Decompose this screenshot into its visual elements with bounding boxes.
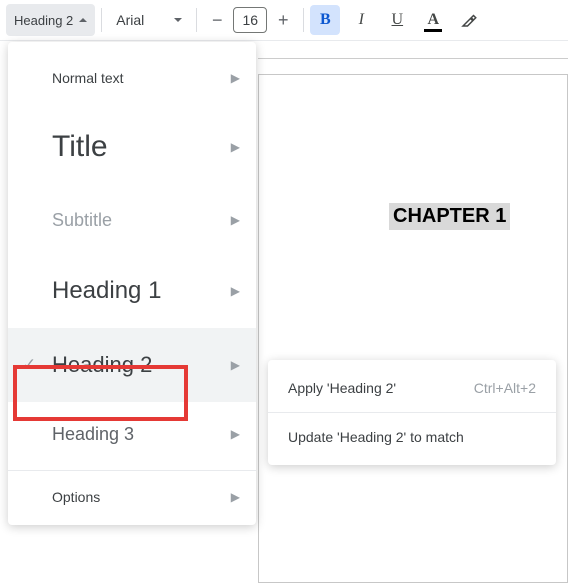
paragraph-style-label: Heading 2 bbox=[14, 13, 73, 28]
style-item-normal-text[interactable]: Normal text ▶ bbox=[8, 48, 256, 108]
document-page[interactable]: CHAPTER 1 bbox=[258, 74, 568, 583]
ruler bbox=[258, 58, 568, 59]
submenu-arrow-icon: ▶ bbox=[231, 427, 240, 441]
style-options-item[interactable]: Options ▶ bbox=[8, 475, 256, 519]
selected-heading-text[interactable]: CHAPTER 1 bbox=[389, 203, 510, 230]
paragraph-style-dropdown[interactable]: Heading 2 bbox=[6, 4, 95, 36]
style-item-title[interactable]: Title ▶ bbox=[8, 108, 256, 186]
update-label: Update 'Heading 2' to match bbox=[288, 429, 464, 445]
check-icon: ✓ bbox=[22, 355, 36, 375]
options-label: Options bbox=[52, 489, 100, 505]
style-item-label: Subtitle bbox=[52, 210, 112, 231]
font-family-dropdown[interactable]: Arial bbox=[108, 4, 190, 36]
paragraph-styles-menu: Normal text ▶ Title ▶ Subtitle ▶ Heading 1 ▶ ✓ He… bbox=[8, 42, 256, 525]
bold-button[interactable]: B bbox=[310, 5, 340, 35]
separator bbox=[196, 8, 197, 32]
apply-shortcut: Ctrl+Alt+2 bbox=[474, 380, 536, 396]
style-item-label: Title bbox=[52, 130, 108, 164]
submenu-arrow-icon: ▶ bbox=[231, 358, 240, 372]
caret-up-icon bbox=[79, 18, 87, 22]
style-item-heading-3[interactable]: Heading 3 ▶ bbox=[8, 402, 256, 466]
underline-button[interactable]: U bbox=[382, 5, 412, 35]
text-color-button[interactable]: A bbox=[418, 5, 448, 35]
style-item-label: Heading 3 bbox=[52, 424, 134, 445]
apply-label: Apply 'Heading 2' bbox=[288, 380, 396, 396]
separator bbox=[303, 8, 304, 32]
dropdown-separator bbox=[8, 470, 256, 471]
style-item-heading-2[interactable]: ✓ Heading 2 ▶ bbox=[8, 328, 256, 402]
style-item-label: Heading 1 bbox=[52, 277, 161, 305]
increase-font-size-button[interactable]: + bbox=[269, 6, 297, 34]
heading-2-submenu: Apply 'Heading 2' Ctrl+Alt+2 Update 'Hea… bbox=[268, 360, 556, 465]
font-size-group: − 16 + bbox=[203, 6, 297, 34]
caret-down-icon bbox=[174, 18, 182, 22]
italic-button[interactable]: I bbox=[346, 5, 376, 35]
apply-heading-2-item[interactable]: Apply 'Heading 2' Ctrl+Alt+2 bbox=[268, 366, 556, 410]
submenu-arrow-icon: ▶ bbox=[231, 140, 240, 154]
font-family-label: Arial bbox=[116, 12, 144, 28]
submenu-arrow-icon: ▶ bbox=[231, 284, 240, 298]
style-item-label: Heading 2 bbox=[52, 352, 152, 378]
submenu-arrow-icon: ▶ bbox=[231, 71, 240, 85]
submenu-arrow-icon: ▶ bbox=[231, 490, 240, 504]
style-item-label: Normal text bbox=[52, 70, 124, 86]
decrease-font-size-button[interactable]: − bbox=[203, 6, 231, 34]
style-item-subtitle[interactable]: Subtitle ▶ bbox=[8, 186, 256, 254]
toolbar: Heading 2 Arial − 16 + B I U A bbox=[0, 0, 568, 41]
highlight-color-button[interactable] bbox=[454, 5, 484, 35]
update-heading-2-item[interactable]: Update 'Heading 2' to match bbox=[268, 415, 556, 459]
separator bbox=[101, 8, 102, 32]
submenu-separator bbox=[268, 412, 556, 413]
style-item-heading-1[interactable]: Heading 1 ▶ bbox=[8, 254, 256, 328]
font-size-input[interactable]: 16 bbox=[233, 7, 267, 33]
submenu-arrow-icon: ▶ bbox=[231, 213, 240, 227]
